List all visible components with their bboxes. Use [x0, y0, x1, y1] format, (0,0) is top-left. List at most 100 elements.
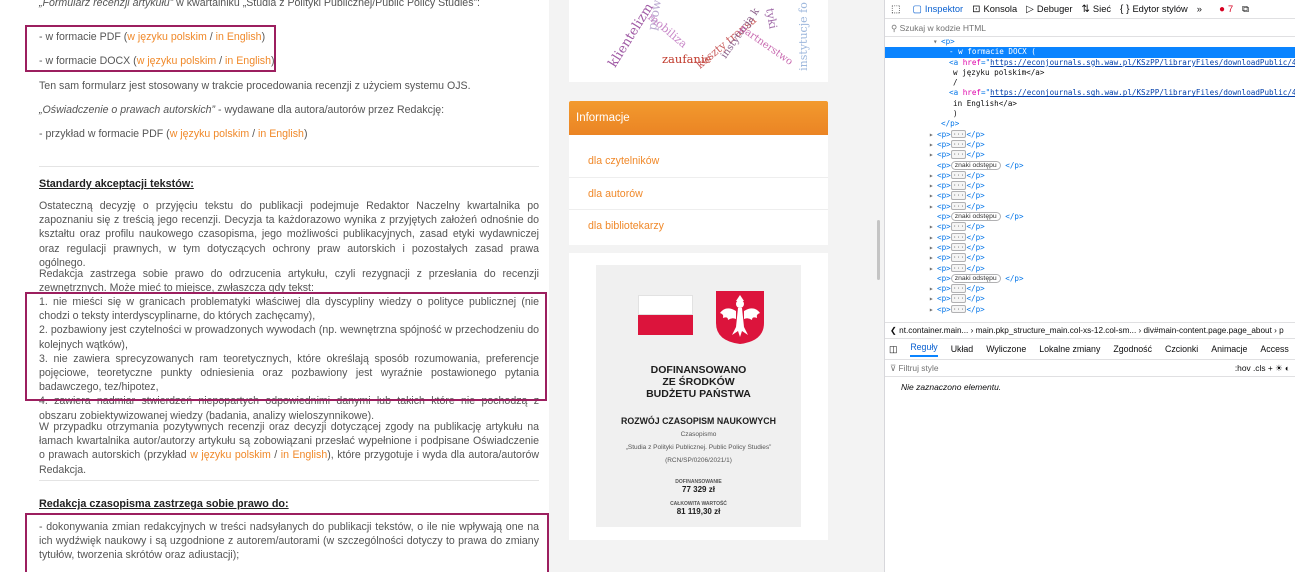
dom-node[interactable]: ▸ <p> ··· </p>: [885, 284, 1295, 294]
inspector-icon: ▢: [912, 3, 922, 15]
tab-animations[interactable]: Animacje: [1211, 344, 1247, 354]
dom-node[interactable]: ▸ <p> ··· </p>: [885, 304, 1295, 315]
funding-banner-card: DOFINANSOWANO ZE ŚRODKÓW BUDŻETU PAŃSTWA…: [569, 253, 828, 540]
dom-node[interactable]: ▸ <p> ··· </p>: [885, 139, 1295, 150]
html-search-input[interactable]: ⚲ Szukaj w kodzie HTML: [885, 19, 1295, 37]
article-content: „Formularz recenzji artykułu” w kwartaln…: [18, 0, 549, 572]
sidebar-panel-tabs: ◫ Reguły Układ Wyliczone Lokalne zmiany …: [885, 339, 1295, 360]
banner-line-1: DOFINANSOWANO: [650, 364, 747, 376]
dom-node[interactable]: ▾ <p>: [885, 37, 1295, 47]
standards-paragraph: Ostateczną decyzję o przyjęciu tekstu do…: [39, 200, 539, 269]
braces-icon: { }: [1120, 3, 1130, 15]
dom-node[interactable]: <p> znaki odstępu </p>: [885, 160, 1295, 171]
banner-journal-name: „Studia z Polityki Publicznej. Public Po…: [625, 444, 772, 451]
banner-contract: (RCN/SP/0206/2021/1): [665, 457, 732, 464]
tab-changes[interactable]: Lokalne zmiany: [1039, 344, 1100, 354]
style-tools[interactable]: :hov .cls + ☀ ◐: [1235, 360, 1290, 377]
form-intro-line: „Formularz recenzji artykułu” w kwartaln…: [39, 0, 480, 9]
copyright-statement-line: „Oświadczenie o prawach autorskich” - wy…: [39, 104, 445, 116]
highlight-box: [25, 292, 547, 401]
dom-node[interactable]: <p> znaki odstępu </p>: [885, 212, 1295, 222]
dom-node[interactable]: ▸ <p> ··· </p>: [885, 170, 1295, 181]
tab-rules[interactable]: Reguły: [910, 342, 938, 357]
ojs-note: Ten sam formularz jest stosowany w trakc…: [39, 80, 471, 92]
keyword-cloud: klientelizm prow mobiliza zaufanie koszt…: [569, 0, 828, 82]
error-icon: ●: [1218, 3, 1225, 15]
dom-node[interactable]: ▸ <p> ··· </p>: [885, 191, 1295, 201]
dock-icon[interactable]: ⧉: [1242, 4, 1249, 15]
divider: [39, 480, 539, 481]
more-tabs-button[interactable]: »: [1197, 4, 1202, 14]
dom-node[interactable]: ▸ <p> ··· </p>: [885, 181, 1295, 191]
info-link-authors[interactable]: dla autorów: [569, 178, 828, 210]
banner-total-value: 81 119,30 zł: [676, 507, 721, 516]
dom-node[interactable]: in English</a>: [885, 99, 1295, 109]
tab-console[interactable]: ⊡ Konsola: [972, 4, 1017, 15]
highlight-box: [25, 513, 549, 572]
example-pdf-line: - przykład w formacie PDF (w języku pols…: [39, 128, 308, 140]
example-polish-link[interactable]: w języku polskim: [170, 128, 249, 140]
filter-styles-input[interactable]: ⊽ Filtruj style :hov .cls + ☀ ◐: [885, 360, 1295, 377]
element-breadcrumb[interactable]: ❮ nt.container.main... › main.pkp_struct…: [885, 322, 1295, 339]
network-icon: ⇅: [1081, 3, 1090, 15]
dom-tree[interactable]: ▾ <p> - w formacie DOCX ( <a href="https:…: [885, 37, 1295, 322]
info-link-readers[interactable]: dla czytelników: [569, 145, 828, 178]
positive-review-paragraph: W przypadku otrzymania pozytywnych recen…: [39, 421, 540, 476]
dom-node[interactable]: <p> znaki odstępu </p>: [885, 273, 1295, 284]
dom-node[interactable]: ▸ <p> ··· </p>: [885, 232, 1295, 243]
dom-node[interactable]: ): [885, 109, 1295, 119]
dom-node-selected[interactable]: - w formacie DOCX (: [885, 47, 1295, 58]
dom-node[interactable]: ▸ <p> ··· </p>: [885, 242, 1295, 253]
divider: [39, 166, 539, 167]
polish-flag: [638, 295, 693, 315]
banner-line-3: BUDŻETU PAŃSTWA: [646, 388, 751, 400]
info-block: Informacje dla czytelników dla autorów d…: [569, 101, 828, 245]
tab-style-editor[interactable]: { } Edytor stylów: [1120, 4, 1188, 15]
info-link-librarians[interactable]: dla bibliotekarzy: [569, 210, 828, 243]
dom-node[interactable]: ▸ <p> ··· </p>: [885, 201, 1295, 212]
funding-banner[interactable]: DOFINANSOWANO ZE ŚRODKÓW BUDŻETU PAŃSTWA…: [596, 265, 801, 527]
tab-accessibility[interactable]: Access: [1260, 344, 1288, 354]
standards-heading: Standardy akceptacji tekstów:: [39, 178, 194, 190]
dom-node[interactable]: ▸ <p> ··· </p>: [885, 129, 1295, 140]
tab-computed[interactable]: Wyliczone: [986, 344, 1026, 354]
tab-compatibility[interactable]: Zgodność: [1113, 344, 1152, 354]
debugger-icon: ▷: [1026, 3, 1034, 15]
dom-node[interactable]: w języku polskim</a>: [885, 68, 1295, 78]
devtools-toolbar: ⬚ ▢ Inspektor ⊡ Konsola ▷ Debuger ⇅ Sieć { }…: [885, 0, 1295, 19]
statement-english-link[interactable]: in English: [281, 449, 328, 461]
keyword[interactable]: mobiliza: [645, 10, 689, 50]
tab-layout[interactable]: Układ: [951, 344, 974, 354]
element-picker-icon[interactable]: ⬚: [891, 4, 903, 15]
example-english-link[interactable]: in English: [258, 128, 304, 140]
banner-line-2: ZE ŚRODKÓW: [662, 376, 735, 388]
dom-node[interactable]: ▸ <p> ··· </p>: [885, 222, 1295, 232]
keyword[interactable]: tyki: [763, 7, 779, 30]
tab-fonts[interactable]: Czcionki: [1165, 344, 1198, 354]
rights-heading: Redakcja czasopisma zastrzega sobie praw…: [39, 498, 289, 510]
dom-node[interactable]: <a href="https://econjournals.sgh.waw.pl…: [885, 88, 1295, 98]
search-icon: ⚲: [891, 23, 900, 33]
dom-node[interactable]: <a href="https://econjournals.sgh.waw.pl…: [885, 58, 1295, 68]
devtools-panel: ⬚ ▢ Inspektor ⊡ Konsola ▷ Debuger ⇅ Sieć { }…: [884, 0, 1295, 572]
console-icon: ⊡: [972, 3, 981, 15]
tab-network[interactable]: ⇅ Sieć: [1082, 4, 1111, 15]
eagle-emblem-icon: [716, 291, 764, 344]
dom-node[interactable]: ▸ <p> ··· </p>: [885, 150, 1295, 160]
dom-node[interactable]: ▸ <p> ··· </p>: [885, 294, 1295, 304]
tab-debugger[interactable]: ▷ Debuger: [1026, 4, 1072, 15]
banner-program: ROZWÓJ CZASOPISM NAUKOWYCH: [621, 416, 776, 426]
page-scrollbar[interactable]: [877, 220, 880, 280]
error-count-badge[interactable]: ● 7: [1219, 4, 1233, 15]
layout-toggle-icon[interactable]: ◫: [889, 344, 897, 355]
dom-node[interactable]: </p>: [885, 119, 1295, 129]
dom-node[interactable]: /: [885, 78, 1295, 88]
dom-node[interactable]: ▸ <p> ··· </p>: [885, 253, 1295, 263]
empty-state-message: Nie zaznaczono elementu.: [901, 382, 1002, 392]
info-block-title: Informacje: [569, 101, 828, 135]
keyword[interactable]: instytucje fo: [797, 2, 810, 71]
chevron-left-icon[interactable]: ❮: [890, 326, 899, 335]
statement-polish-link[interactable]: w języku polskim: [190, 449, 271, 461]
dom-node[interactable]: ▸ <p> ··· </p>: [885, 263, 1295, 274]
tab-inspector[interactable]: ▢ Inspektor: [912, 4, 963, 15]
